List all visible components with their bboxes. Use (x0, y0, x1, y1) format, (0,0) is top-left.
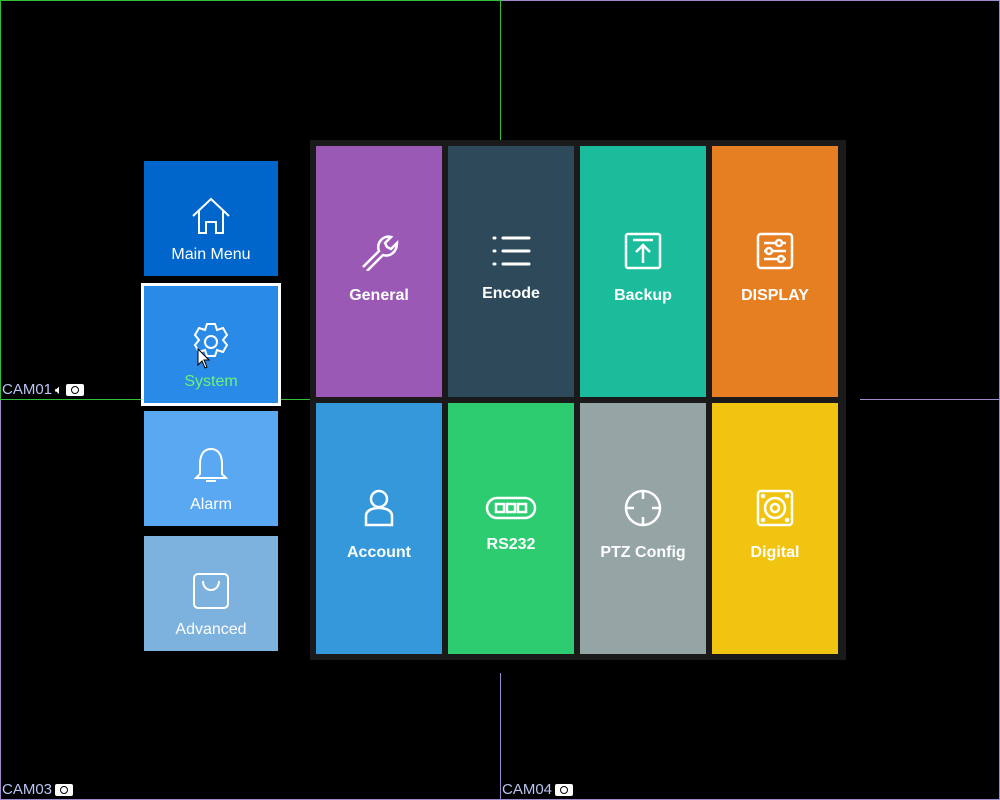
speaker-icon (756, 489, 794, 526)
sidebar-item-advanced[interactable]: Advanced (144, 536, 278, 651)
tile-general[interactable]: General (316, 146, 442, 397)
tile-label: PTZ Config (600, 543, 686, 561)
wrench-icon (362, 234, 399, 271)
cam01-label: CAM01 🔈︎ (2, 382, 84, 398)
sidebar-item-alarm[interactable]: Alarm (144, 411, 278, 526)
tile-ptz-config[interactable]: PTZ Config (580, 403, 706, 654)
sidebar-item-label: Alarm (190, 496, 232, 513)
record-icon (55, 784, 74, 796)
grid-line (0, 400, 1, 800)
tile-label: Digital (750, 543, 800, 561)
tile-digital[interactable]: Digital (712, 403, 838, 654)
grid-line (501, 0, 1000, 1)
sidebar-item-label: System (184, 373, 238, 390)
tile-label: Account (347, 543, 411, 561)
mouse-cursor-icon (197, 348, 211, 369)
list-icon (492, 236, 531, 265)
tile-label: Backup (614, 286, 672, 304)
cam04-label: CAM04 (502, 781, 574, 798)
sidebar-item-main-menu[interactable]: Main Menu (144, 161, 278, 276)
tile-rs232[interactable]: RS232 (448, 403, 574, 654)
tile-encode[interactable]: Encode (448, 146, 574, 397)
audio-muted-icon: 🔈︎ (55, 382, 63, 397)
record-icon (555, 784, 574, 796)
sidebar-item-system[interactable]: System (141, 283, 281, 406)
bag-icon (193, 573, 229, 609)
cam-name: CAM04 (502, 781, 553, 798)
system-menu-panel: General Encode Backup DISPLAY Account RS… (310, 140, 846, 660)
tile-label: General (349, 286, 409, 304)
crosshair-icon (624, 489, 662, 526)
bell-icon (193, 447, 229, 482)
user-icon (364, 489, 394, 526)
tile-label: Encode (482, 284, 540, 302)
cam-name: CAM03 (2, 781, 53, 798)
record-icon (65, 384, 84, 396)
sidebar-item-label: Main Menu (171, 246, 251, 263)
grid-line (500, 673, 501, 800)
tile-backup[interactable]: Backup (580, 146, 706, 397)
tile-label: DISPLAY (741, 286, 809, 304)
tile-account[interactable]: Account (316, 403, 442, 654)
sidebar-item-label: Advanced (175, 621, 247, 638)
serial-port-icon (485, 496, 537, 519)
home-icon (192, 197, 230, 234)
tile-display[interactable]: DISPLAY (712, 146, 838, 397)
upload-icon (624, 232, 662, 269)
sliders-icon (756, 232, 794, 269)
cam-name: CAM01 (2, 381, 53, 398)
cam03-label: CAM03 (2, 781, 74, 798)
grid-line (860, 399, 1000, 400)
tile-label: RS232 (486, 535, 536, 553)
